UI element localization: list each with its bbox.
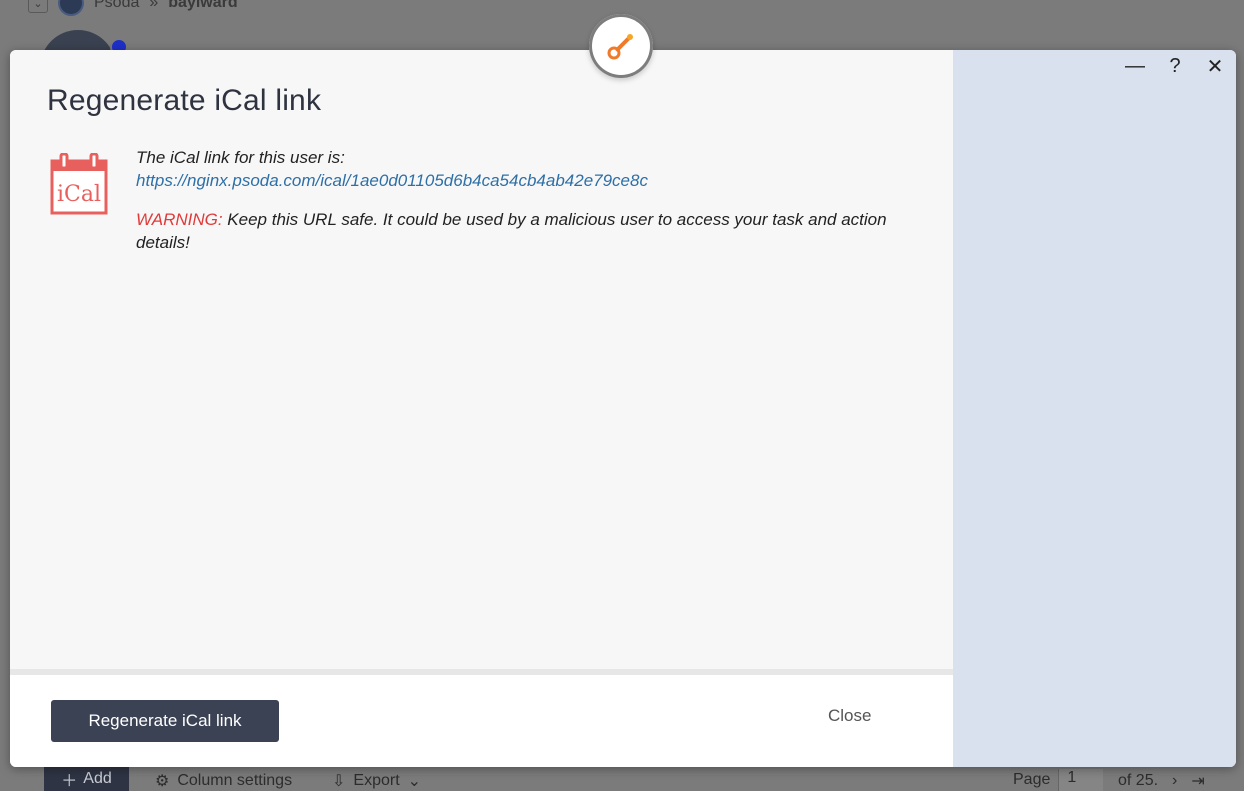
breadcrumb-item: Psoda: [94, 0, 140, 11]
app-badge: [589, 14, 653, 78]
dialog-message: The iCal link for this user is: https://…: [136, 146, 916, 254]
add-button[interactable]: ＋ Add: [44, 767, 129, 791]
badge-inner: [592, 17, 650, 75]
warning-text: WARNING: Keep this URL safe. It could be…: [136, 208, 916, 254]
ical-link[interactable]: https://nginx.psoda.com/ical/1ae0d01105d…: [136, 171, 648, 190]
bottom-toolbar: ＋ Add ⚙ Column settings ⇩ Export ⌄ Page …: [0, 765, 1244, 791]
page-label: Page: [1013, 771, 1051, 788]
psoda-logo-icon: [58, 0, 84, 16]
last-page-icon[interactable]: ⇥: [1191, 771, 1204, 791]
warning-message: Keep this URL safe. It could be used by …: [136, 210, 887, 252]
warning-label: WARNING:: [136, 210, 223, 229]
chevron-down-icon: ⌄: [407, 773, 422, 790]
dialog-footer: Regenerate iCal link Close: [10, 675, 953, 767]
column-settings-label: Column settings: [177, 772, 293, 789]
help-icon[interactable]: ?: [1164, 55, 1186, 77]
window-controls: — ? ✕: [1124, 55, 1226, 78]
dialog-side-panel: — ? ✕: [953, 50, 1236, 767]
intro-text: The iCal link for this user is:: [136, 148, 345, 167]
regenerate-ical-dialog: Regenerate iCal link iCal The iCal link …: [10, 50, 1236, 767]
add-label: Add: [83, 770, 112, 787]
plus-icon: ＋: [61, 773, 78, 790]
pagination: Page 1: [1013, 769, 1104, 791]
page-total: of 25.: [1118, 772, 1159, 789]
export-label: Export: [353, 772, 400, 789]
close-button[interactable]: Close: [822, 705, 877, 727]
key-icon: [607, 34, 633, 60]
next-page-icon[interactable]: ›: [1172, 772, 1177, 790]
breadcrumb-item-current: baylward: [168, 0, 238, 11]
minimize-icon[interactable]: —: [1124, 55, 1146, 77]
breadcrumb: ⌄ Psoda » baylward: [28, 0, 238, 16]
chevron-down-icon: ⌄: [28, 0, 48, 13]
page-input[interactable]: 1: [1058, 769, 1104, 791]
breadcrumb-separator: »: [149, 0, 159, 11]
dialog-title: Regenerate iCal link: [47, 84, 322, 117]
ical-icon-text: iCal: [57, 182, 101, 207]
ical-calendar-icon: iCal: [50, 153, 108, 215]
regenerate-ical-button[interactable]: Regenerate iCal link: [51, 700, 279, 742]
export-button[interactable]: ⇩ Export ⌄: [332, 771, 421, 791]
column-settings-button[interactable]: ⚙ Column settings: [155, 771, 292, 791]
pagination-nav: of 25. › ⇥: [1118, 771, 1205, 791]
close-icon[interactable]: ✕: [1204, 55, 1226, 78]
export-icon: ⇩: [332, 773, 346, 790]
dialog-body: Regenerate iCal link iCal The iCal link …: [10, 50, 953, 675]
sliders-icon: ⚙: [155, 773, 170, 790]
